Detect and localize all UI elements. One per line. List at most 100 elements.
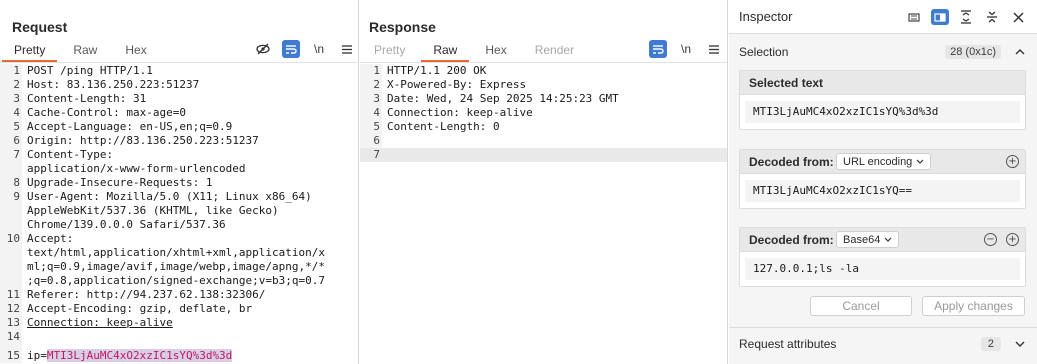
header-value: : en-US,en;q=0.9	[126, 120, 233, 133]
apply-changes-button[interactable]: Apply changes	[922, 296, 1025, 316]
code-line: 3 Content-Length: 31	[0, 92, 358, 106]
decoded-from-label: Decoded from:	[749, 233, 834, 247]
header-name: Upgrade-Insecure-Requests	[27, 176, 193, 189]
line-number: 12	[6, 302, 20, 315]
line-number: 11	[6, 288, 20, 301]
panel-view-icon[interactable]	[931, 9, 949, 25]
decoded-base64-value[interactable]: 127.0.0.1;ls -la	[745, 258, 1020, 280]
code-line: Chrome/139.0.0.0 Safari/537.36	[0, 218, 358, 232]
newline-icon[interactable]: \n	[310, 40, 328, 58]
line-number: 4	[13, 106, 20, 119]
response-title: Response	[369, 19, 436, 35]
line-number: 4	[373, 106, 380, 119]
decoded-from-label: Decoded from:	[749, 155, 834, 169]
hide-nonprintable-icon[interactable]	[254, 40, 272, 58]
selected-param-value[interactable]: MTI3LjAuMC4xO2xzIC1sYQ%3d%3d	[46, 349, 233, 362]
header-value: : 1	[192, 176, 213, 189]
collapse-all-icon[interactable]	[983, 8, 1001, 26]
line-content: Connection: keep-alive	[387, 106, 533, 120]
inspector-controls	[905, 8, 1027, 26]
wrap-lines-icon[interactable]	[649, 40, 667, 58]
request-editor[interactable]: 1 POST /ping HTTP/1.1 2 Host: 83.136.250.22…	[0, 64, 358, 363]
line-content: Content-Length: 0	[387, 120, 500, 134]
line-content: Accept:	[27, 232, 73, 246]
response-tab-render[interactable]: Render	[521, 42, 588, 62]
line-content: POST /ping HTTP/1.1	[27, 64, 153, 78]
code-line: ml;q=0.9,image/avif,image/webp,image/apn…	[0, 260, 358, 274]
line-number: 7	[373, 148, 380, 161]
cancel-button[interactable]: Cancel	[810, 296, 912, 316]
request-tab-pretty[interactable]: Pretty	[0, 42, 59, 62]
line-number: 3	[373, 92, 380, 105]
header-name: ip	[27, 349, 41, 362]
encoding-dropdown[interactable]: Base64	[836, 231, 900, 248]
request-toolbar: \n	[254, 40, 356, 58]
code-line: 2 X-Powered-By: Express	[360, 78, 727, 92]
chevron-down-icon	[916, 159, 924, 164]
menu-icon[interactable]	[705, 40, 723, 58]
chevron-down-icon[interactable]	[1015, 339, 1025, 349]
code-line: 1 POST /ping HTTP/1.1	[0, 64, 358, 78]
line-content: application/x-www-form-urlencoded	[27, 162, 246, 176]
code-line: application/x-www-form-urlencoded	[0, 162, 358, 176]
code-line: 7	[360, 148, 727, 162]
request-attributes-count: 2	[980, 337, 1001, 351]
code-line: 5 Content-Length: 0	[360, 120, 727, 134]
response-tab-raw[interactable]: Raw	[419, 42, 471, 62]
code-line: 11 Referer: http://94.237.62.138:32306/	[0, 288, 358, 302]
decoded-url-card: Decoded from: URL encoding + MTI3LjAuMC4…	[739, 149, 1026, 209]
menu-icon[interactable]	[338, 40, 356, 58]
header-value: : http://94.237.62.138:32306/	[73, 288, 266, 301]
request-tab-raw[interactable]: Raw	[59, 42, 111, 62]
line-number: 1	[373, 64, 380, 77]
request-title: Request	[12, 19, 68, 35]
header-value: HTTP/1.1 200 OK	[387, 64, 487, 77]
code-line: 3 Date: Wed, 24 Sep 2025 14:25:23 GMT	[360, 92, 727, 106]
selection-label: Selection	[739, 45, 789, 59]
encoding-value: URL encoding	[843, 155, 913, 168]
code-line: 7 Content-Type:	[0, 148, 358, 162]
add-decoder-icon[interactable]: +	[1006, 155, 1019, 168]
wrap-lines-icon[interactable]	[282, 40, 300, 58]
line-content: Accept-Language: en-US,en;q=0.9	[27, 120, 232, 134]
selected-text-value[interactable]: MTI3LjAuMC4xO2xzIC1sYQ%3d%3d	[745, 101, 1020, 123]
response-tab-pretty[interactable]: Pretty	[360, 42, 419, 62]
line-content: Origin: http://83.136.250.223:51237	[27, 134, 259, 148]
header-value: : Wed, 24 Sep 2025 14:25:23 GMT	[413, 92, 619, 105]
header-value: : 83.136.250.223:51237	[53, 78, 200, 91]
header-name: Accept-Language	[27, 120, 127, 133]
line-content: Date: Wed, 24 Sep 2025 14:25:23 GMT	[387, 92, 619, 106]
close-icon[interactable]	[1009, 8, 1027, 26]
list-view-icon[interactable]	[905, 9, 923, 25]
code-line: 13 Connection: keep-alive	[0, 316, 358, 330]
decoded-url-value[interactable]: MTI3LjAuMC4xO2xzIC1sYQ==	[745, 180, 1020, 202]
header-value: Chrome/139.0.0.0 Safari/537.36	[27, 218, 226, 231]
header-value: :	[106, 148, 114, 161]
code-line: 15 ip=MTI3LjAuMC4xO2xzIC1sYQ%3d%3d	[0, 349, 358, 363]
chevron-up-icon[interactable]	[1015, 47, 1025, 57]
newline-icon[interactable]: \n	[677, 40, 695, 58]
header-value: POST /ping HTTP/1.1	[27, 64, 153, 77]
encoding-dropdown[interactable]: URL encoding	[836, 153, 932, 170]
remove-decoder-icon[interactable]: −	[984, 233, 997, 246]
line-number: 14	[6, 330, 20, 343]
code-line: 12 Accept-Encoding: gzip, deflate, br	[0, 302, 358, 316]
add-decoder-icon[interactable]: +	[1006, 233, 1019, 246]
line-number: 5	[13, 120, 20, 133]
header-name: Accept	[27, 232, 67, 245]
code-line: 4 Cache-Control: max-age=0	[0, 106, 358, 120]
selection-section[interactable]: Selection 28 (0x1c)	[729, 37, 1037, 67]
expand-all-icon[interactable]	[957, 8, 975, 26]
header-name: Date	[387, 92, 414, 105]
line-content: HTTP/1.1 200 OK	[387, 64, 486, 78]
response-editor[interactable]: 1 HTTP/1.1 200 OK 2 X-Powered-By: Express 3 D…	[360, 64, 727, 162]
header-name: Accept-Encoding	[27, 302, 127, 315]
response-tab-hex[interactable]: Hex	[471, 42, 520, 62]
divider	[729, 327, 1037, 328]
header-name: Cache-Control	[27, 106, 114, 119]
card-header: Decoded from: URL encoding +	[740, 150, 1025, 174]
code-line: 6	[360, 134, 727, 148]
request-tab-hex[interactable]: Hex	[111, 42, 160, 62]
request-attributes-section[interactable]: Request attributes 2	[729, 329, 1037, 359]
line-number: 8	[13, 176, 20, 189]
